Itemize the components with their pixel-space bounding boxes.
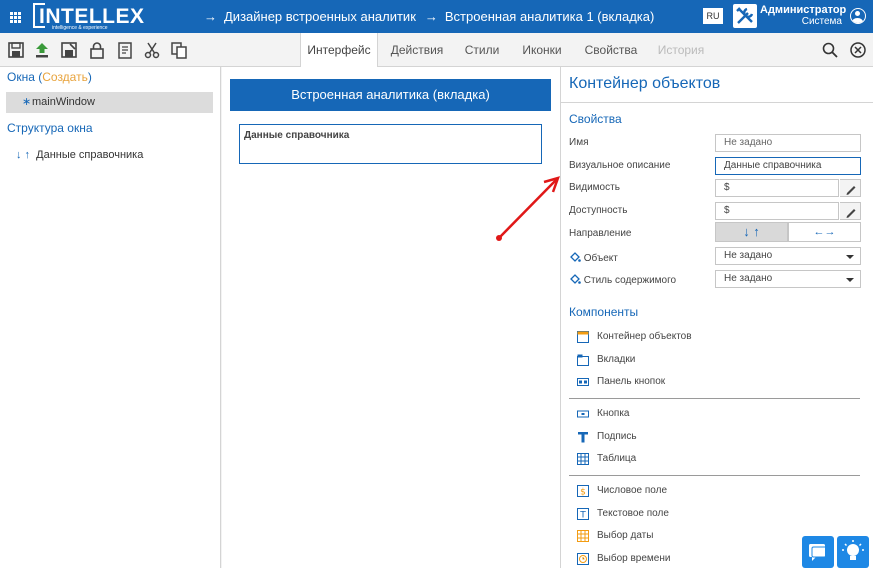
object-select[interactable]: Не задано (715, 247, 861, 265)
visibility-label: Видимость (569, 182, 620, 193)
container-icon (577, 331, 589, 343)
component-container[interactable]: Контейнер объектов (577, 329, 692, 345)
tips-button[interactable] (837, 536, 869, 568)
tabs-icon (577, 354, 589, 366)
visual-description-field[interactable]: Данные справочника (715, 157, 861, 175)
close-icon[interactable] (849, 41, 867, 59)
lightbulb-icon (842, 540, 864, 560)
admin-tools-icon[interactable] (733, 4, 757, 28)
lock-icon[interactable] (88, 41, 106, 59)
object-label: Объект (569, 251, 618, 264)
copy-icon[interactable] (170, 41, 188, 59)
component-table[interactable]: Таблица (577, 451, 636, 467)
access-edit-button[interactable] (840, 202, 861, 220)
component-button-panel[interactable]: Панель кнопок (577, 374, 665, 390)
breadcrumb-designer[interactable]: Дизайнер встроенных аналитик (224, 9, 416, 24)
user-avatar-icon[interactable] (850, 8, 866, 24)
chat-icon (809, 544, 829, 561)
window-list-item[interactable]: ∗ mainWindow (6, 92, 213, 113)
tab-icons[interactable]: Иконки (514, 33, 570, 67)
breadcrumb-current: Встроенная аналитика 1 (вкладка) (444, 9, 655, 24)
direction-horizontal-button[interactable]: ←→ (788, 222, 861, 242)
toolbar: Интерфейс Действия Стили Иконки Свойства… (0, 33, 873, 68)
tab-interface[interactable]: Интерфейс (300, 33, 378, 68)
tab-history: История (657, 43, 705, 57)
tab-actions[interactable]: Действия (384, 33, 450, 67)
bucket-icon (570, 274, 581, 284)
structure-header: Структура окна (7, 121, 93, 135)
search-icon[interactable] (821, 41, 839, 59)
tab-properties[interactable]: Свойства (578, 33, 644, 67)
content-style-label: Стиль содержимого (569, 273, 676, 286)
visibility-field[interactable]: $ (715, 179, 839, 197)
component-time-picker[interactable]: Выбор времени (577, 551, 670, 567)
windows-header: Окна (Создать) (7, 70, 92, 84)
section-properties: Свойства (569, 112, 622, 126)
name-field[interactable]: Не задано (715, 134, 861, 152)
tab-styles[interactable]: Стили (458, 33, 506, 67)
component-text-field[interactable]: T Текстовое поле (577, 506, 669, 522)
tab-banner[interactable]: Встроенная аналитика (вкладка) (230, 79, 551, 111)
chat-button[interactable] (802, 536, 834, 568)
component-tabs[interactable]: Вкладки (577, 352, 635, 368)
apps-grid-icon[interactable] (10, 12, 21, 23)
component-date-picker[interactable]: Выбор даты (577, 528, 653, 544)
user-info[interactable]: Администратор Система (760, 4, 846, 27)
visual-description-label: Визуальное описание (569, 160, 671, 171)
visibility-edit-button[interactable] (840, 179, 861, 197)
access-field[interactable]: $ (715, 202, 839, 220)
divider (569, 398, 860, 399)
left-panel: Окна (Создать) ∗ mainWindow Структура ок… (0, 67, 221, 568)
table-icon (577, 453, 589, 465)
button-icon (577, 410, 589, 418)
text-t-icon (578, 432, 588, 443)
calendar-icon (577, 530, 589, 542)
pencil-icon (846, 186, 856, 195)
document-icon[interactable] (116, 41, 134, 59)
button-panel-icon (577, 378, 589, 386)
divider (561, 102, 873, 103)
annotation-arrow (496, 176, 560, 241)
section-components: Компоненты (569, 305, 639, 319)
chevron-down-icon (846, 278, 854, 282)
number-field-icon: $ (577, 485, 589, 497)
svg-text:T: T (579, 511, 586, 521)
text-field-icon: T (577, 508, 589, 520)
structure-tree-item[interactable]: ↓ ↑ Данные справочника (8, 145, 218, 166)
top-bar: INTELLEX intelligence & experience → Диза… (0, 0, 873, 33)
pencil-icon (846, 209, 856, 218)
component-label[interactable]: Подпись (577, 429, 637, 445)
cut-icon[interactable] (143, 41, 161, 59)
clock-icon (577, 553, 589, 565)
name-label: Имя (569, 137, 589, 148)
panel-title: Контейнер объектов (569, 75, 721, 92)
direction-label: Направление (569, 228, 632, 239)
save-icon[interactable] (7, 41, 25, 59)
component-button[interactable]: Кнопка (577, 406, 629, 422)
component-number-field[interactable]: $ Числовое поле (577, 483, 667, 499)
save-as-icon[interactable] (60, 41, 78, 59)
chevron-down-icon (846, 255, 854, 259)
access-label: Доступность (569, 205, 628, 216)
bucket-icon (570, 252, 581, 262)
direction-vertical-button[interactable]: ↓ ↑ (715, 222, 788, 242)
svg-text:$: $ (580, 488, 586, 498)
objects-container[interactable]: Данные справочника (239, 124, 542, 164)
breadcrumb: → Дизайнер встроенных аналитик → Встроенная… (204, 9, 655, 24)
create-window-link[interactable]: Создать (42, 70, 88, 84)
properties-panel: Контейнер объектов Свойства Имя Не задан… (560, 67, 873, 568)
divider (569, 475, 860, 476)
design-canvas: Встроенная аналитика (вкладка) Данные сп… (222, 67, 560, 568)
publish-icon[interactable] (33, 41, 51, 59)
language-switch[interactable]: RU (703, 8, 723, 24)
content-style-select[interactable]: Не задано (715, 270, 861, 288)
container-label: Данные справочника (244, 130, 350, 141)
